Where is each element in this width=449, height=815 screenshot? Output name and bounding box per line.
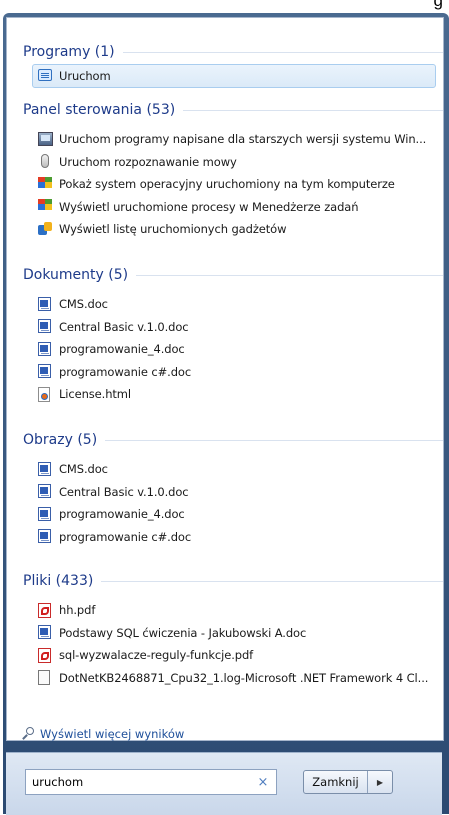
search-icon (22, 727, 35, 741)
result-item-label: Uruchom rozpoznawanie mowy (59, 154, 237, 169)
result-item[interactable]: hh.pdf (38, 599, 438, 621)
result-item-label: Wyświetl uruchomione procesy w Menedżerz… (59, 199, 359, 214)
section-divider (183, 109, 443, 111)
see-more-results-label: Wyświetl więcej wyników (40, 727, 185, 741)
word-doc-icon (38, 529, 53, 544)
result-item[interactable]: Uruchom (32, 64, 436, 88)
word-doc-icon (38, 319, 53, 334)
word-doc-icon (38, 484, 53, 499)
result-item[interactable]: License.html (38, 383, 438, 405)
result-item[interactable]: programowanie_4.doc (38, 503, 438, 525)
system-flag-icon (38, 176, 53, 192)
shutdown-button-group: Zamknij ▶ (303, 770, 393, 794)
result-item-label: Uruchom programy napisane dla starszych … (59, 132, 427, 146)
pdf-icon (38, 647, 53, 663)
section-header-pliki[interactable]: Pliki (433) (23, 571, 443, 591)
section-header-obrazy[interactable]: Obrazy (5) (23, 430, 443, 450)
result-item-label: programowanie_4.doc (59, 507, 185, 521)
section-header-label: Obrazy (5) (23, 432, 98, 448)
see-more-results-link[interactable]: Wyświetl więcej wyników (22, 727, 184, 741)
top-strip: g (0, 0, 449, 13)
pdf-icon (38, 602, 53, 618)
result-item[interactable]: programowanie c#.doc (38, 526, 438, 548)
search-input[interactable] (26, 770, 254, 794)
microphone-icon (38, 154, 53, 169)
log-file-icon (38, 670, 53, 685)
section-header-label: Pliki (433) (23, 573, 94, 589)
result-item[interactable]: programowanie_4.doc (38, 338, 438, 360)
result-item[interactable]: Podstawy SQL ćwiczenia - Jakubowski A.do… (38, 622, 438, 644)
shutdown-options-arrow-icon[interactable]: ▶ (368, 771, 392, 793)
result-item-label: Wyświetl listę uruchomionych gadżetów (59, 222, 287, 236)
result-item[interactable]: DotNetKB2468871_Cpu32_1.log-Microsoft .N… (38, 667, 438, 689)
word-doc-icon (38, 625, 53, 640)
result-item-label: Central Basic v.1.0.doc (59, 319, 189, 334)
close-button[interactable]: Zamknij (304, 771, 368, 793)
section-divider (122, 51, 443, 53)
section-header-dokumenty[interactable]: Dokumenty (5) (23, 265, 443, 285)
gadget-icon (38, 221, 53, 237)
result-item-label: programowanie c#.doc (59, 364, 192, 379)
word-doc-icon (38, 296, 53, 312)
result-item-label: Uruchom (59, 69, 111, 83)
result-item-label: hh.pdf (59, 603, 96, 617)
word-doc-icon (38, 341, 53, 357)
result-item[interactable]: CMS.doc (38, 293, 438, 315)
result-item[interactable]: Uruchom programy napisane dla starszych … (38, 128, 438, 150)
task-manager-icon (38, 199, 53, 214)
result-item-label: Central Basic v.1.0.doc (59, 484, 189, 499)
result-item-label: CMS.doc (59, 462, 108, 476)
result-item[interactable]: programowanie c#.doc (38, 361, 438, 383)
result-item-label: Podstawy SQL ćwiczenia - Jakubowski A.do… (59, 625, 307, 640)
result-item[interactable]: Central Basic v.1.0.doc (38, 481, 438, 503)
clear-search-icon[interactable]: × (254, 775, 272, 790)
word-doc-icon (38, 461, 53, 477)
section-header-label: Panel sterowania (53) (23, 102, 176, 118)
result-item-label: Pokaż system operacyjny uruchomiony na t… (59, 177, 395, 191)
result-item[interactable]: sql-wyzwalacze-reguly-funkcje.pdf (38, 644, 438, 666)
result-item-label: programowanie c#.doc (59, 529, 192, 544)
top-cropped-text: g (433, 0, 443, 10)
search-box[interactable]: × (25, 769, 277, 795)
result-item[interactable]: Wyświetl uruchomione procesy w Menedżerz… (38, 196, 438, 218)
section-divider (105, 439, 443, 441)
section-header-programy[interactable]: Programy (1) (23, 42, 443, 62)
html-file-icon (38, 386, 53, 402)
result-item[interactable]: CMS.doc (38, 458, 438, 480)
section-divider (101, 580, 443, 582)
result-item-label: DotNetKB2468871_Cpu32_1.log-Microsoft .N… (59, 670, 429, 685)
result-item[interactable]: Wyświetl listę uruchomionych gadżetów (38, 218, 438, 240)
word-doc-icon (38, 506, 53, 522)
section-divider (136, 274, 443, 276)
result-item[interactable]: Uruchom rozpoznawanie mowy (38, 151, 438, 173)
result-item-label: programowanie_4.doc (59, 342, 185, 356)
word-doc-icon (38, 364, 53, 379)
run-icon (38, 68, 53, 84)
section-header-label: Dokumenty (5) (23, 267, 129, 283)
result-item-label: CMS.doc (59, 297, 108, 311)
section-header-label: Programy (1) (23, 44, 115, 60)
result-item-label: sql-wyzwalacze-reguly-funkcje.pdf (59, 648, 254, 662)
result-item[interactable]: Pokaż system operacyjny uruchomiony na t… (38, 173, 438, 195)
result-item[interactable]: Central Basic v.1.0.doc (38, 316, 438, 338)
section-header-panel[interactable]: Panel sterowania (53) (23, 100, 443, 120)
compat-icon (38, 131, 53, 147)
result-item-label: License.html (59, 387, 132, 401)
